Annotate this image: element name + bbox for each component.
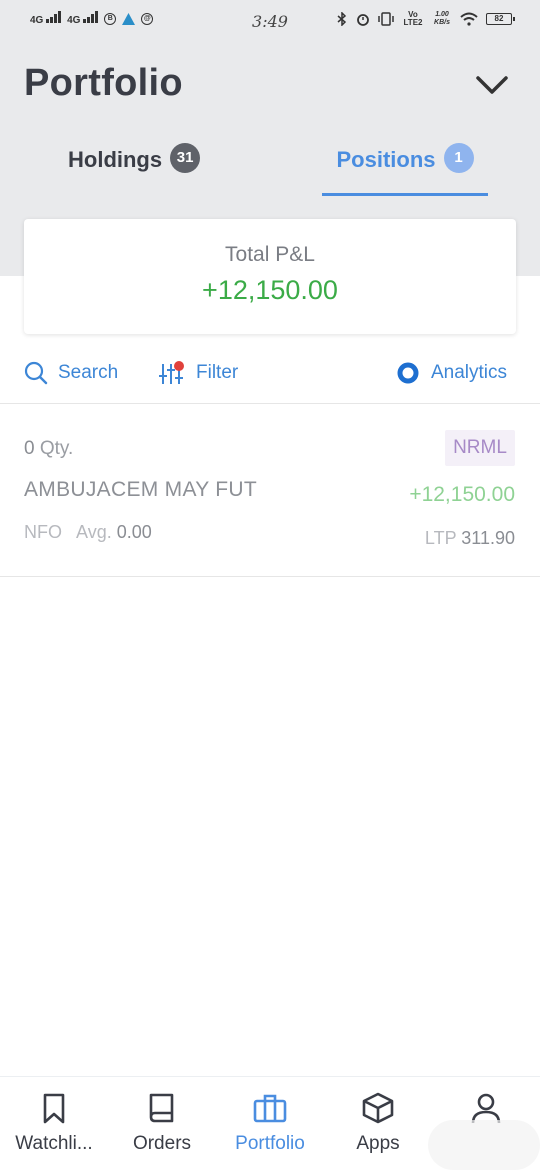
nav-orders[interactable]: Orders	[108, 1077, 216, 1170]
position-symbol: AMBUJACEM MAY FUT	[24, 478, 258, 501]
wifi-icon	[460, 12, 478, 26]
qty-suffix: Qty.	[39, 438, 74, 459]
tab-positions-label: Positions	[336, 147, 436, 172]
volte-label: Vo LTE2	[403, 10, 423, 27]
bookmark-icon	[43, 1093, 65, 1124]
book-icon	[149, 1093, 174, 1123]
total-pnl-label: Total P&L	[225, 243, 315, 266]
position-ltp: LTP 311.90	[425, 528, 515, 549]
search-icon	[24, 361, 48, 385]
avg-label: Avg.	[76, 522, 112, 542]
cube-icon	[362, 1092, 394, 1124]
analytics-label: Analytics	[431, 362, 508, 383]
position-meta: NFO Avg. 0.00	[24, 522, 152, 543]
chevron-down-icon	[476, 76, 508, 94]
analytics-icon	[397, 362, 419, 384]
briefcase-icon	[253, 1094, 287, 1123]
avg-value: 0.00	[116, 522, 152, 542]
bluetooth-icon	[337, 12, 347, 26]
nav-portfolio[interactable]: Portfolio	[216, 1077, 324, 1170]
page-title: Portfolio	[24, 62, 183, 104]
nav-orders-label: Orders	[132, 1133, 192, 1154]
nav-portfolio-label: Portfolio	[235, 1133, 305, 1154]
status-right: Vo LTE2 1.00 KB/s 82	[336, 10, 515, 27]
row-divider	[0, 576, 540, 577]
positions-count-badge: 1	[443, 143, 474, 173]
filter-label: Filter	[196, 362, 239, 383]
position-qty: 0 Qty.	[24, 438, 73, 460]
ltp-label: LTP	[424, 528, 457, 548]
product-badge: NRML	[445, 430, 515, 466]
exchange-label: NFO	[24, 522, 62, 542]
blur-overlay	[428, 1120, 540, 1170]
tab-positions[interactable]: Positions 1	[322, 140, 488, 196]
ltp-value: 311.90	[461, 528, 515, 548]
position-pnl: +12,150.00	[409, 483, 515, 506]
analytics-button[interactable]: Analytics	[395, 358, 507, 388]
holdings-count-badge: 31	[170, 143, 201, 173]
alarm-icon	[357, 14, 369, 26]
speed-label: 1.00 KB/s	[434, 11, 450, 26]
nav-watchlist-label: Watchli...	[15, 1133, 93, 1154]
filter-icon	[159, 361, 184, 384]
vibrate-icon	[378, 12, 394, 26]
nav-apps[interactable]: Apps	[324, 1077, 432, 1170]
search-label: Search	[58, 362, 119, 383]
tab-holdings[interactable]: Holdings 31	[68, 140, 201, 196]
qty-value: 0	[24, 438, 35, 459]
total-pnl-value: +12,150.00	[202, 275, 338, 305]
tab-holdings-label: Holdings	[68, 147, 163, 172]
status-bar: 4G 4G B @ 3:49 Vo LTE2 1.00 KB/s 82	[0, 0, 540, 42]
nav-watchlist[interactable]: Watchli...	[0, 1077, 108, 1170]
total-pnl-card: Total P&L +12,150.00	[24, 219, 516, 334]
position-row[interactable]: 0 Qty. AMBUJACEM MAY FUT NFO Avg. 0.00 N…	[0, 404, 540, 576]
nav-apps-label: Apps	[356, 1133, 400, 1154]
chevron-down-button[interactable]	[474, 70, 510, 102]
filter-button[interactable]: Filter	[158, 358, 238, 388]
search-button[interactable]: Search	[24, 358, 118, 388]
battery-icon: 82	[486, 13, 515, 25]
